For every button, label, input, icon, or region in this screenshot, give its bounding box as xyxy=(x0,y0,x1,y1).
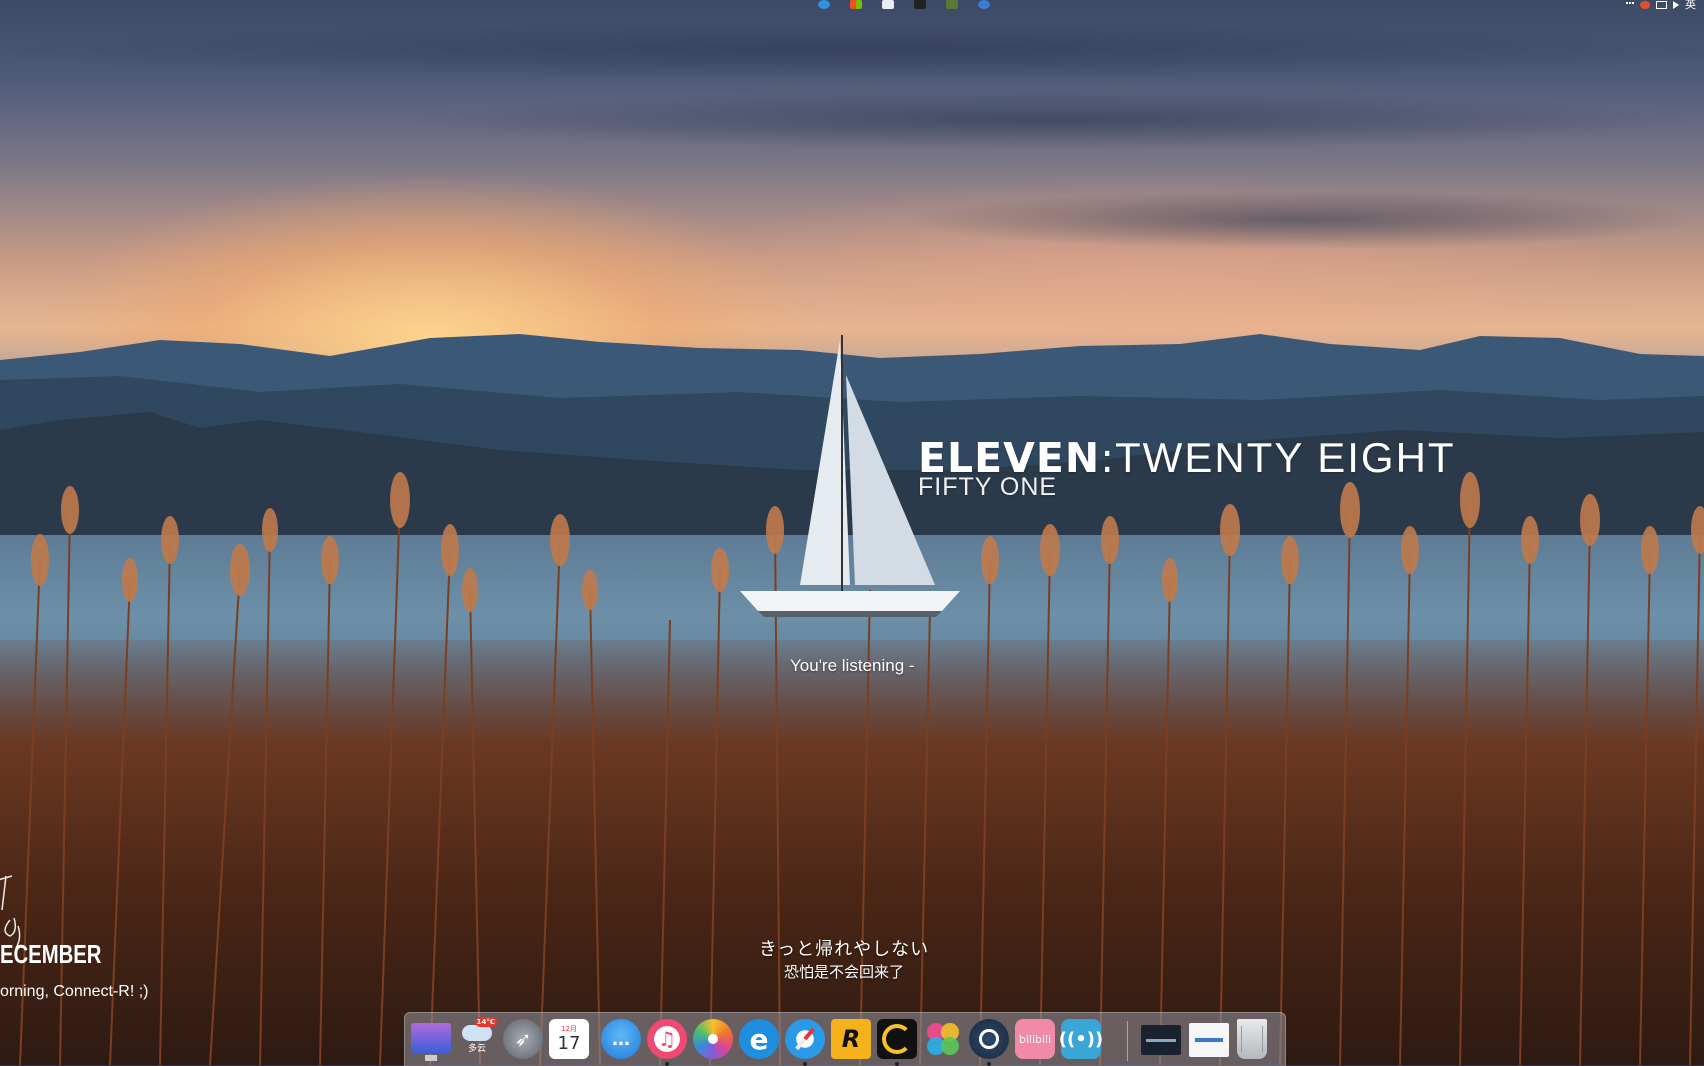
notes-icon[interactable] xyxy=(946,0,958,9)
running-indicator xyxy=(895,1062,899,1066)
broadcast-icon: ((•)) xyxy=(1058,1028,1104,1050)
game-logo-icon xyxy=(882,1024,912,1054)
imac-stand-icon xyxy=(425,1055,437,1061)
network-icon[interactable] xyxy=(1656,0,1667,9)
windows-store-icon[interactable] xyxy=(850,0,862,9)
flower-center-icon xyxy=(708,1034,718,1044)
dock-item-window-preview[interactable] xyxy=(1189,1023,1229,1057)
taskbar-pinned-icons xyxy=(818,0,990,9)
lyrics-widget: きっと帰れやしない 恐怕是不会回来了 xyxy=(0,938,1688,982)
greeting-text: orning, Connect-R! ;) xyxy=(0,983,149,1000)
month-label: ECEMBER xyxy=(0,939,102,969)
dock-item-broadcast-app[interactable]: ((•)) xyxy=(1058,1019,1104,1059)
cloud xyxy=(0,20,1704,80)
running-indicator xyxy=(665,1062,669,1066)
system-tray: 英 xyxy=(1626,0,1696,10)
status-bar: 英 xyxy=(0,0,1704,14)
clock-widget: ELEVEN:TWENTY EIGHT FIFTY ONE xyxy=(918,434,1456,500)
dock-item-calendar-app[interactable]: 12月 17 xyxy=(549,1019,589,1059)
dock-item-imac-finder[interactable] xyxy=(411,1023,451,1061)
color-circle-icon xyxy=(941,1037,959,1055)
overflow-icon[interactable] xyxy=(1626,1,1634,6)
dock-item-steam-app[interactable] xyxy=(969,1019,1009,1066)
volume-icon[interactable] xyxy=(1673,0,1679,9)
window-thumbnail-icon xyxy=(1195,1038,1223,1042)
mail-icon[interactable] xyxy=(882,0,894,9)
dock-item-rockstar-launcher[interactable]: R xyxy=(831,1019,871,1059)
globe-icon[interactable] xyxy=(978,0,990,9)
rocket-icon: ➶ xyxy=(514,1027,532,1051)
weather-temperature-badge: 14°C xyxy=(474,1017,497,1027)
dock-item-color-app[interactable] xyxy=(923,1019,963,1059)
calendar-day: 17 xyxy=(557,1033,581,1054)
lyric-original: きっと帰れやしない xyxy=(758,939,930,960)
running-indicator xyxy=(803,1062,807,1066)
dock-item-itunes-app[interactable]: ♫ xyxy=(647,1019,687,1066)
weather-condition: 多云 xyxy=(467,1043,486,1054)
rockstar-logo-icon: R xyxy=(841,1025,861,1053)
dock-item-desktop-preview[interactable] xyxy=(1141,1025,1181,1055)
script-day-lettering xyxy=(0,875,21,949)
steam-logo-icon xyxy=(979,1029,999,1049)
cloud xyxy=(900,190,1700,250)
lyric-translation: 恐怕是不会回来了 xyxy=(783,963,904,981)
dock-item-internet-explorer[interactable]: e xyxy=(739,1019,779,1059)
dock-item-messages-app[interactable]: … xyxy=(601,1019,641,1059)
dock-item-weather-app[interactable]: 14°C 多云 xyxy=(457,1017,497,1059)
desktop-wallpaper xyxy=(0,0,1704,1065)
terminal-icon[interactable] xyxy=(914,0,926,9)
clock-minute: TWENTY EIGHT xyxy=(1115,434,1456,481)
window-thumbnail-icon xyxy=(1146,1038,1176,1042)
dock-item-safari-app[interactable] xyxy=(785,1019,825,1066)
compass-needle-icon xyxy=(795,1027,815,1051)
cloud xyxy=(400,90,1700,150)
trash-can-icon xyxy=(1241,1026,1263,1052)
dock-separator xyxy=(1127,1021,1128,1061)
chat-bubble-icon: … xyxy=(612,1028,630,1050)
dock: 14°C 多云 ➶ 12月 17 … ♫ e R bilibili ((•)) xyxy=(404,1012,1286,1066)
dock-item-bilibili-app[interactable]: bilibili xyxy=(1015,1019,1055,1059)
dock-item-launchpad[interactable]: ➶ xyxy=(503,1019,543,1059)
clock-separator: : xyxy=(1100,434,1116,482)
now-playing-label: You're listening - xyxy=(790,656,915,675)
app-tray-icon[interactable] xyxy=(1640,0,1650,9)
dock-item-trash[interactable] xyxy=(1237,1019,1267,1059)
bilibili-logo-icon: bilibili xyxy=(1018,1032,1052,1046)
running-indicator xyxy=(987,1062,991,1066)
dock-item-photos-app[interactable] xyxy=(693,1019,733,1059)
ie-logo-icon: e xyxy=(749,1022,769,1056)
input-method-indicator[interactable]: 英 xyxy=(1685,0,1696,10)
dock-item-game-app[interactable] xyxy=(877,1019,917,1066)
music-note-icon: ♫ xyxy=(658,1027,676,1051)
edge-icon[interactable] xyxy=(818,0,830,9)
